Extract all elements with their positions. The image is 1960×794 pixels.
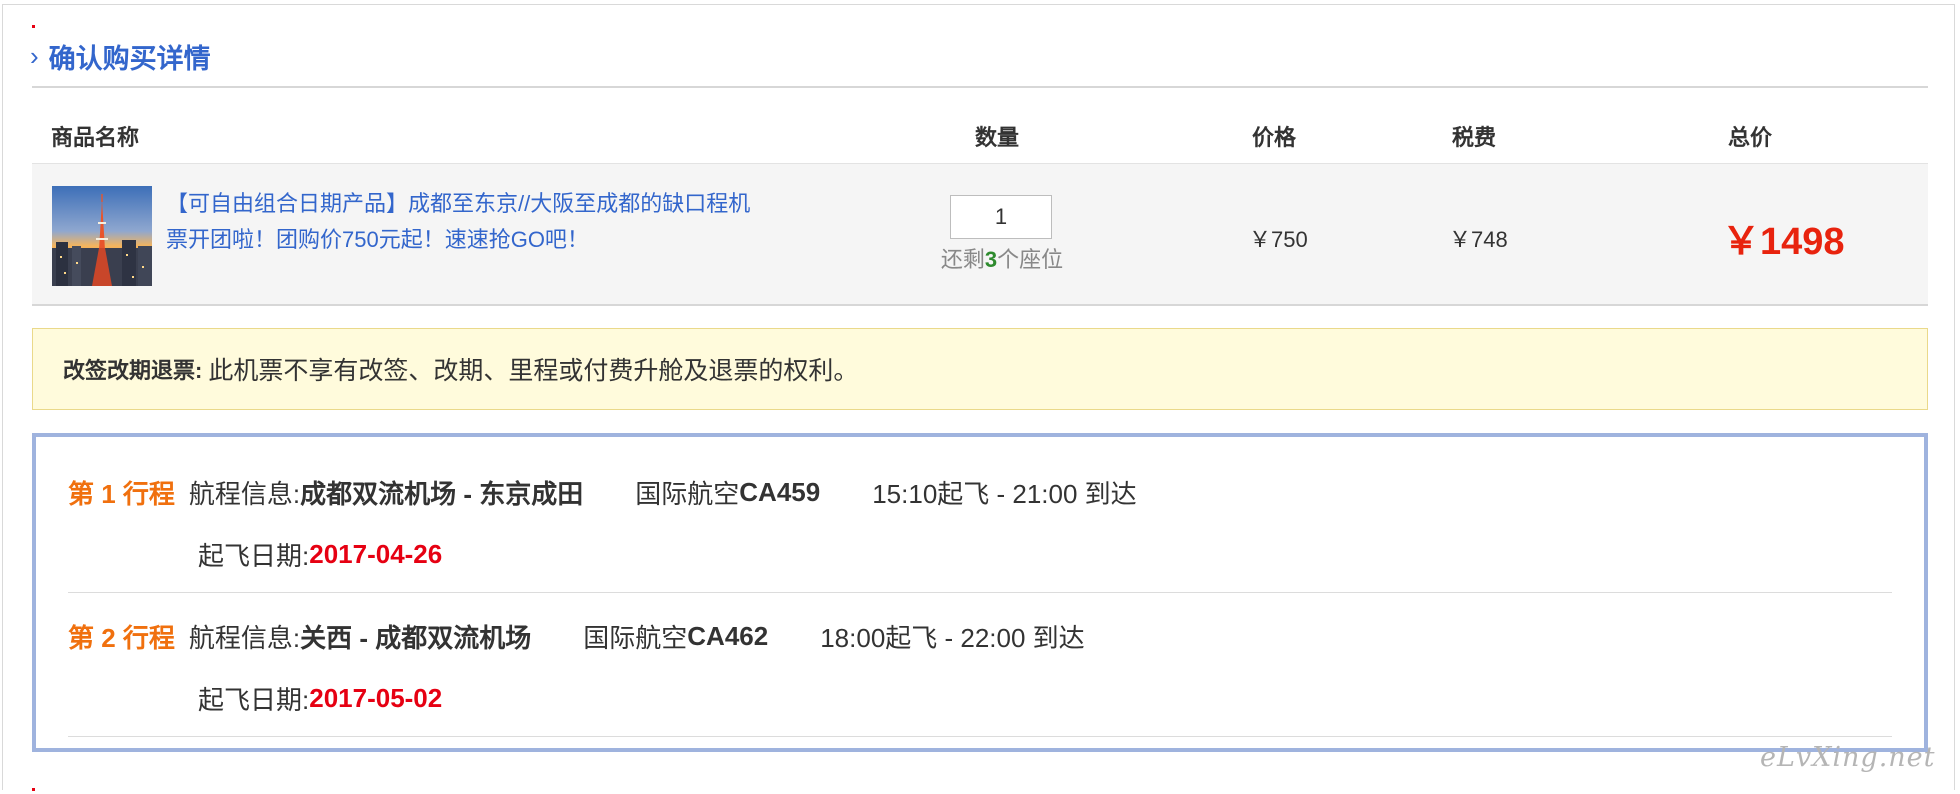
leg-info-prefix: 航程信息: — [188, 478, 301, 509]
product-row: 【可自由组合日期产品】成都至东京//大阪至成都的缺口程机 票开团啦！团购价750… — [32, 163, 1928, 306]
itinerary-box: 第 1 行程 航程信息: 成都双流机场 - 东京成田 国际航空 CA459 15:1… — [32, 433, 1928, 752]
leg-divider — [68, 736, 1892, 737]
section-header: › 确认购买详情 — [30, 34, 211, 78]
leg-flight-number: CA459 — [739, 476, 821, 507]
seats-suffix: 个座位 — [997, 247, 1064, 272]
leg-info-prefix: 航程信息: — [188, 622, 301, 653]
column-header-name: 商品名称 — [51, 125, 140, 150]
leg-date-label: 起飞日期: — [198, 540, 310, 571]
refund-policy-notice: 改签改期退票: 此机票不享有改签、改期、里程或付费升舱及退票的权利。 — [32, 328, 1928, 410]
product-name-line2[interactable]: 票开团啦！团购价750元起！速速抢GO吧！ — [166, 222, 846, 258]
seats-count: 3 — [984, 247, 998, 272]
red-marker-bottom — [32, 788, 35, 791]
red-marker-top — [32, 25, 35, 28]
column-header-total: 总价 — [1728, 125, 1773, 150]
product-thumbnail[interactable] — [52, 186, 152, 286]
leg-airline: 国际航空 — [583, 622, 688, 653]
leg-route: 成都双流机场 - 东京成田 — [300, 478, 584, 509]
seats-remaining: 还剩3个座位 — [932, 242, 1072, 274]
watermark: eLvXing.net — [1760, 742, 1936, 773]
column-header-tax: 税费 — [1452, 125, 1497, 150]
column-header-quantity: 数量 — [975, 125, 1020, 150]
notice-text: 此机票不享有改签、改期、里程或付费升舱及退票的权利。 — [208, 357, 859, 385]
leg-airline: 国际航空 — [635, 478, 740, 509]
leg-date-label: 起飞日期: — [198, 684, 310, 715]
tax-value: ￥748 — [1449, 227, 1508, 252]
header-divider — [32, 86, 1928, 88]
leg-divider — [68, 592, 1892, 593]
leg-date: 2017-05-02 — [309, 682, 443, 713]
product-name-line1[interactable]: 【可自由组合日期产品】成都至东京//大阪至成都的缺口程机 — [166, 186, 846, 222]
quantity-input[interactable]: 1 — [950, 195, 1052, 239]
price-value: ￥750 — [1249, 227, 1308, 252]
leg-route: 关西 - 成都双流机场 — [300, 622, 532, 653]
seats-prefix: 还剩 — [940, 247, 985, 272]
leg-times: 15:10起飞 - 21:00 到达 — [872, 478, 1137, 509]
product-name-link[interactable]: 【可自由组合日期产品】成都至东京//大阪至成都的缺口程机 票开团啦！团购价750… — [166, 186, 846, 258]
leg-flight-number: CA462 — [687, 620, 769, 651]
leg-times: 18:00起飞 - 22:00 到达 — [820, 622, 1085, 653]
leg-date: 2017-04-26 — [309, 538, 443, 569]
leg-label: 第 2 行程 — [68, 622, 175, 653]
leg-label: 第 1 行程 — [68, 478, 175, 509]
chevron-right-icon: › — [30, 41, 39, 71]
notice-label: 改签改期退票: — [63, 358, 203, 383]
total-price: ￥1498 — [1722, 221, 1845, 263]
column-header-price: 价格 — [1252, 125, 1297, 150]
section-title: 确认购买详情 — [48, 43, 211, 74]
